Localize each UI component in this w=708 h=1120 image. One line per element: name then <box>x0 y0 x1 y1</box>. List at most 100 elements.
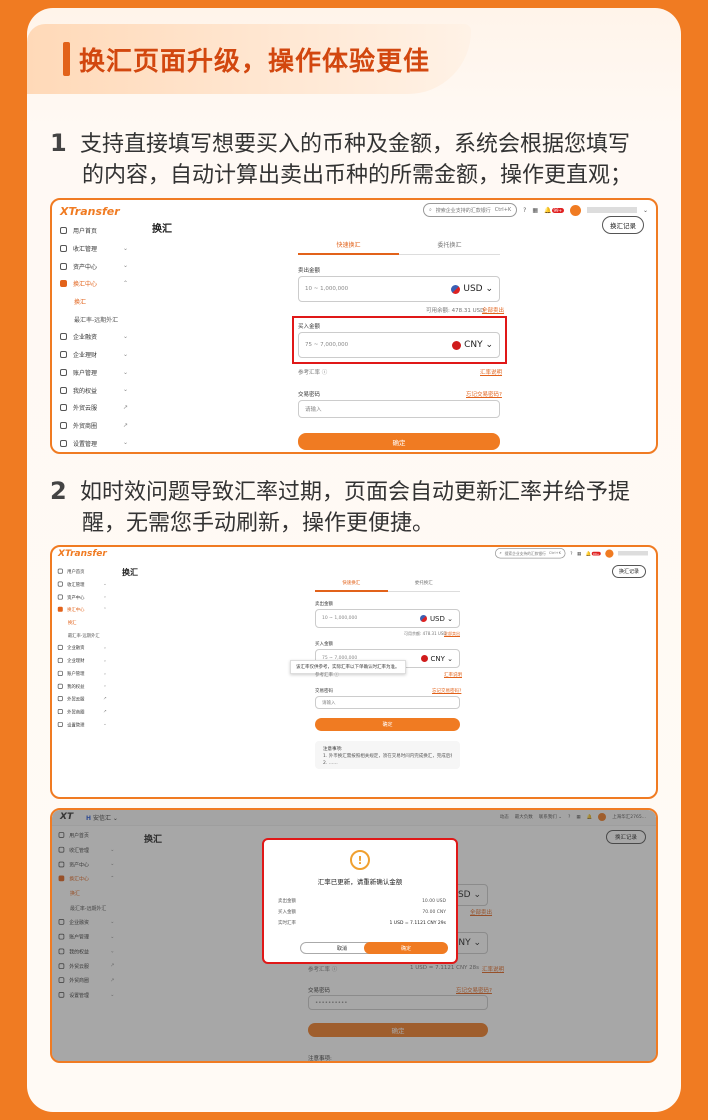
sell-all-link[interactable]: 全部卖出 <box>444 631 460 637</box>
modal-row: 卖出金额 10.00 USD <box>278 899 446 904</box>
sidebar-item-receive[interactable]: 收汇管理 ⌄ <box>52 578 112 591</box>
step-2: 2 如时效问题导致汇率过期，页面会自动更新汇率并给予提 醒，无需您手动刷新，操作更… <box>44 476 660 539</box>
pwd-label: 交易密码 <box>298 392 321 398</box>
sidebar-item-wealth[interactable]: 企业理财 ⌄ <box>52 654 112 667</box>
search-input[interactable]: ⌕ 搜索企业支持的汇款银行 Ctrl+K <box>422 203 518 217</box>
sidebar-item-account[interactable]: 账户管理 ⌄ <box>52 667 112 680</box>
sidebar-item-forward[interactable]: 最汇率-远期外汇 <box>52 310 136 328</box>
step-number: 1 <box>44 128 80 159</box>
currency-select[interactable]: USD ⌄ <box>419 615 453 623</box>
sell-amount-input[interactable]: 10 ~ 1,000,000 USD ⌄ <box>298 276 500 302</box>
tab-quick[interactable]: 快速换汇 <box>298 240 399 255</box>
sidebar-item-rights[interactable]: 我的权益 ⌄ <box>52 381 136 399</box>
buy-label: 买入金额 <box>298 324 321 330</box>
currency-select[interactable]: CNY ⌄ <box>452 340 493 350</box>
help-icon[interactable]: ? <box>570 551 572 556</box>
pwd-input[interactable]: 请输入 <box>298 400 500 418</box>
calendar-icon[interactable]: ▦ <box>532 207 538 214</box>
modal-row: 实时汇率 1 USD = 7.1121 CNY 29s <box>278 921 446 926</box>
top-bar: ⌕ 搜索企业支持的汇款银行 Ctrl+K ? ▦ 🔔 99+ <box>495 548 648 559</box>
tab-entrust[interactable]: 委托换汇 <box>387 580 460 592</box>
confirm-button[interactable]: 确定 <box>315 718 460 731</box>
screenshot-2: XTransfer ⌕ 搜索企业支持的汇款银行 Ctrl+K ? ▦ 🔔 99+ 用户… <box>50 545 658 799</box>
rate-desc-link[interactable]: 汇率说明 <box>480 368 502 376</box>
shield-icon <box>60 351 67 359</box>
sidebar-item-finance[interactable]: 企业融资 ⌄ <box>52 641 112 654</box>
sidebar-item-circle[interactable]: 外贸商圈 ↗ <box>52 705 112 718</box>
bell-icon[interactable]: 🔔 99+ <box>586 551 601 556</box>
chevron-down-icon[interactable]: ⌄ <box>643 207 648 214</box>
screenshot-3: XT H 安信汇 ⌄ 动态 最大负数 联系我们 ⌄ ? ▦ 🔔 上海华汇2765... … <box>50 808 658 1063</box>
record-button[interactable]: 换汇记录 <box>602 216 644 234</box>
rate-tooltip: 该汇率仅供参考，实际汇率以下单确认时汇率为准。 <box>290 660 406 674</box>
globe-icon <box>60 421 67 429</box>
step-text: 的内容，自动计算出卖出币种的所需金额，操作更直观； <box>82 163 633 188</box>
help-icon[interactable]: ? <box>523 207 526 214</box>
page-title: 换汇页面升级，操作体验更佳 <box>79 47 431 77</box>
sidebar: 用户首页 收汇管理 ⌄ 资产中心 ⌄ 换汇中心 ⌃ 换汇 最汇率-远期外汇 企业融资 ⌄… <box>52 222 136 452</box>
forgot-pwd-link[interactable]: 忘记交易密码? <box>432 688 461 694</box>
bell-icon[interactable]: 🔔 99+ <box>544 207 564 214</box>
forgot-pwd-link[interactable]: 忘记交易密码? <box>466 390 502 398</box>
sidebar-item-exchange-sub[interactable]: 换汇 <box>52 293 136 311</box>
modal-title: 汇率已更新，请重新确认金额 <box>317 878 403 886</box>
sell-label: 卖出金额 <box>315 602 333 607</box>
step-text: 支持直接填写想要买入的币种及金额，系统会根据您填写 <box>80 132 631 157</box>
sidebar-item-account[interactable]: 账户管理 ⌄ <box>52 364 136 382</box>
avatar[interactable] <box>569 204 581 216</box>
sidebar-item-assets[interactable]: 资产中心 ⌄ <box>52 590 112 603</box>
sidebar-item-exchange[interactable]: 换汇中心 ⌃ <box>52 603 112 616</box>
sidebar-item-cloud[interactable]: 外贸云服 ↗ <box>52 399 136 417</box>
sidebar-item-cloud[interactable]: 外贸云服 ↗ <box>52 692 112 705</box>
notify-badge: 99+ <box>551 207 564 213</box>
calendar-icon[interactable]: ▦ <box>577 551 581 556</box>
notes-line: 1. 外币换汇需按照相关规定，须在交易时间内完成换汇，完成后将即时入账。 <box>323 754 452 759</box>
app-page-title: 换汇 <box>122 568 138 577</box>
cloud-icon <box>60 404 67 412</box>
currency-select[interactable]: CNY ⌄ <box>420 655 453 663</box>
step-text: 醒，无需您手动刷新，操作更便捷。 <box>82 511 435 536</box>
modal-rows: 卖出金额 10.00 USD 买入金额 70.00 CNY 实时汇率 1 USD = … <box>278 896 446 929</box>
top-bar: ⌕ 搜索企业支持的汇款银行 Ctrl+K ? ▦ 🔔 99+ ⌄ <box>422 203 648 217</box>
step-number: 2 <box>44 476 80 507</box>
buy-amount-input[interactable]: 75 ~ 7,000,000 CNY ⌄ <box>298 332 500 358</box>
ok-button[interactable]: 确定 <box>364 942 448 954</box>
sell-amount-input[interactable]: 10 ~ 1,000,000 USD ⌄ <box>315 609 460 628</box>
ref-rate-label: 参考汇率 ⓘ <box>298 370 328 376</box>
avatar[interactable] <box>605 549 614 558</box>
sidebar-item-home[interactable]: 用户首页 <box>52 222 136 240</box>
sidebar: 用户首页 收汇管理 ⌄ 资产中心 ⌄ 换汇中心 ⌃ 换汇 最汇率-远期外汇 企业融资 ⌄… <box>52 565 112 732</box>
sidebar-item-receive[interactable]: 收汇管理 ⌄ <box>52 240 136 258</box>
sidebar-item-rights[interactable]: 我的权益 ⌄ <box>52 680 112 693</box>
record-button[interactable]: 换汇记录 <box>612 565 646 578</box>
gear-icon <box>60 439 67 447</box>
tab-quick[interactable]: 快速换汇 <box>315 580 388 592</box>
sidebar-item-settings[interactable]: 设置管理 ⌄ <box>52 718 112 731</box>
rate-desc-link[interactable]: 汇率说明 <box>444 672 462 678</box>
currency-select[interactable]: USD ⌄ <box>451 284 493 294</box>
sidebar-item-circle[interactable]: 外贸商圈 ↗ <box>52 417 136 435</box>
search-icon: ⌕ <box>428 207 432 213</box>
sidebar-item-finance[interactable]: 企业融资 ⌄ <box>52 328 136 346</box>
user-icon <box>60 245 67 253</box>
sidebar-item-wealth[interactable]: 企业理财 ⌄ <box>52 346 136 364</box>
coin-icon <box>60 333 67 341</box>
gift-icon <box>60 386 67 394</box>
account-icon <box>60 368 67 376</box>
tabs: 快速换汇 委托换汇 <box>298 240 500 255</box>
confirm-button[interactable]: 确定 <box>298 433 500 450</box>
title-banner: 换汇页面升级，操作体验更佳 <box>27 24 471 94</box>
tab-entrust[interactable]: 委托换汇 <box>399 240 500 255</box>
notes-box: 注意事项: 1. 外币换汇需按照相关规定，须在交易时间内完成换汇，完成后将即时入… <box>315 741 460 769</box>
modal-row: 买入金额 70.00 CNY <box>278 910 446 915</box>
exchange-icon <box>60 280 67 288</box>
pwd-input[interactable]: 请输入 <box>315 696 460 709</box>
sidebar-item-exchange-sub[interactable]: 换汇 <box>52 616 112 629</box>
sidebar-item-settings[interactable]: 设置管理 ⌄ <box>52 434 136 452</box>
sidebar-item-home[interactable]: 用户首页 <box>52 565 112 578</box>
sidebar-item-assets[interactable]: 资产中心 ⌄ <box>52 257 136 275</box>
search-input[interactable]: ⌕ 搜索企业支持的汇款银行 Ctrl+K <box>495 548 566 559</box>
sidebar-item-forward[interactable]: 最汇率-远期外汇 <box>52 629 112 642</box>
sidebar-item-exchange[interactable]: 换汇中心 ⌃ <box>52 275 136 293</box>
sell-all-link[interactable]: 全部卖出 <box>482 306 504 314</box>
